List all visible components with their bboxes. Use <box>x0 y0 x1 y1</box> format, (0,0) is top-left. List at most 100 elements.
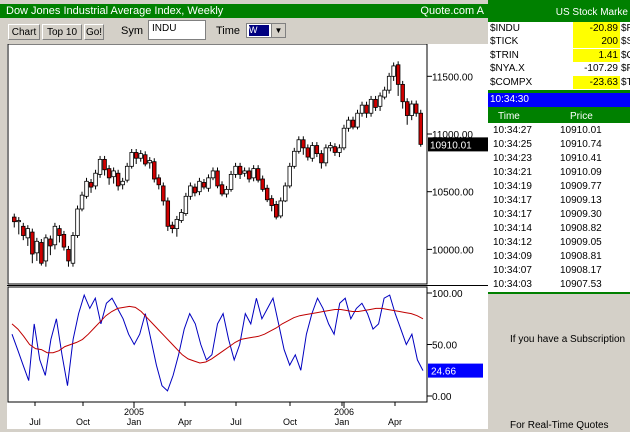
tick-price: 10910.41 <box>560 153 602 164</box>
candle <box>364 104 369 114</box>
tick-time: 10:34:14 <box>493 223 532 234</box>
candle <box>314 145 320 155</box>
quote-symbol: $TRIN <box>490 49 519 61</box>
quote-row[interactable]: $TICK 200$SP <box>488 35 630 49</box>
candle <box>274 203 279 218</box>
window-source: Quote.com A <box>420 5 484 17</box>
tick-time: 10:34:07 <box>493 265 532 276</box>
time-tick-label: Apr <box>178 417 192 427</box>
quote-row[interactable]: $INDU -20.89$RU <box>488 22 630 35</box>
time-tick-label: Oct <box>76 417 91 427</box>
chart-button[interactable]: Chart <box>8 24 40 40</box>
price-tick-label: 10500.00 <box>432 188 474 199</box>
time-tick-label: Jan <box>335 417 350 427</box>
candle <box>161 185 166 202</box>
candle <box>346 119 351 129</box>
window-titlebar: Dow Jones Industrial Average Index, Week… <box>0 4 488 18</box>
candle <box>219 184 225 195</box>
candle <box>88 182 94 188</box>
price-tick-label: 10000.00 <box>432 245 474 256</box>
tick-row: 10:34:12 10909.05 <box>488 237 630 249</box>
quote-symbol: $TICK <box>490 36 519 48</box>
candle <box>251 168 256 179</box>
candle <box>12 216 17 223</box>
symbol-input[interactable]: INDU <box>148 20 206 40</box>
quote-symbol-2: $SP <box>621 36 630 48</box>
candle <box>391 65 396 77</box>
timeframe-select[interactable]: W ▼ <box>246 23 286 38</box>
candle <box>106 168 112 179</box>
candle <box>120 180 125 186</box>
quote-row[interactable]: $TRIN 1.41$OE <box>488 48 630 62</box>
candle <box>57 228 62 236</box>
candle <box>337 147 342 153</box>
candle <box>34 240 40 254</box>
candle <box>332 146 338 153</box>
candle <box>228 173 234 190</box>
price-chart: 11500.0011000.0010500.0010000.0010910.01… <box>7 43 488 429</box>
tick-price: 10910.74 <box>560 139 602 150</box>
quote-row[interactable]: $COMPX -23.63$TY <box>488 75 630 89</box>
tick-header: Time Price <box>488 110 630 123</box>
candle <box>404 101 410 116</box>
candle <box>400 83 405 103</box>
candle <box>246 170 252 180</box>
osc-tick-label: 50.00 <box>432 341 457 352</box>
quote-symbol-2: $PR <box>621 63 630 75</box>
candle <box>269 198 274 206</box>
tick-row: 10:34:14 10908.82 <box>488 223 630 235</box>
realtime-message: For Real-Time Quotes <box>510 420 609 431</box>
candle <box>350 119 356 128</box>
quote-change: 1.41 <box>598 49 618 61</box>
candle <box>296 139 301 152</box>
candle <box>418 112 423 145</box>
quote-symbol: $INDU <box>490 23 521 34</box>
candle <box>260 178 265 190</box>
tick-row: 10:34:27 10910.01 <box>488 125 630 137</box>
top10-button[interactable]: Top 10 <box>42 24 82 40</box>
quote-change: 200 <box>601 36 618 48</box>
tick-price: 10910.01 <box>560 125 602 136</box>
candle <box>30 231 35 255</box>
quote-symbol: $NYA.X <box>490 63 525 75</box>
quote-row[interactable]: $NYA.X -107.29$PR <box>488 62 630 75</box>
candle <box>197 180 202 193</box>
tick-time: 10:34:25 <box>493 139 532 150</box>
tick-row: 10:34:07 10908.17 <box>488 265 630 277</box>
candle <box>395 64 401 85</box>
candle <box>70 235 76 264</box>
tick-time: 10:34:27 <box>493 125 532 136</box>
tick-list: Time Price 10:34:27 10910.01 10:34:25 10910… <box>488 110 630 292</box>
tick-price: 10909.30 <box>560 209 602 220</box>
tick-row: 10:34:17 10909.30 <box>488 209 630 221</box>
candle <box>310 145 315 159</box>
tick-time: 10:34:17 <box>493 209 532 220</box>
tick-time: 10:34:23 <box>493 153 532 164</box>
time-bar: 10:34:30 <box>488 93 630 107</box>
candle <box>206 177 211 189</box>
candle <box>43 237 49 262</box>
osc-tick-label: 0.00 <box>432 392 452 403</box>
candle <box>174 218 180 230</box>
subscription-area: If you have a Subscription For Real-Time… <box>488 294 630 431</box>
candle <box>16 220 21 223</box>
candle <box>233 165 238 175</box>
candle <box>328 145 333 149</box>
dropdown-arrow-icon[interactable]: ▼ <box>271 24 285 37</box>
chart-area[interactable]: 11500.00 11000.00 10500.00 10000.00 10910.01… <box>7 43 488 429</box>
tick-price: 10907.53 <box>560 279 602 290</box>
go-button[interactable]: Go! <box>84 24 104 40</box>
time-tick-label: Apr <box>388 417 402 427</box>
candle <box>292 150 297 167</box>
candle <box>377 95 383 107</box>
candle <box>287 165 292 187</box>
candle <box>115 172 121 187</box>
quotes-list: $INDU-20.89$RU$TICK200$SP$TRIN1.41$OE$NY… <box>488 22 630 90</box>
candle <box>301 139 306 149</box>
tick-row: 10:34:09 10908.81 <box>488 251 630 263</box>
sym-label: Sym <box>121 25 143 37</box>
tick-price: 10908.81 <box>560 251 602 262</box>
quote-panel: US Stock Marke $INDU -20.89$RU $TICK 200$SP… <box>488 0 630 431</box>
candle <box>210 170 216 179</box>
candle <box>368 98 374 114</box>
